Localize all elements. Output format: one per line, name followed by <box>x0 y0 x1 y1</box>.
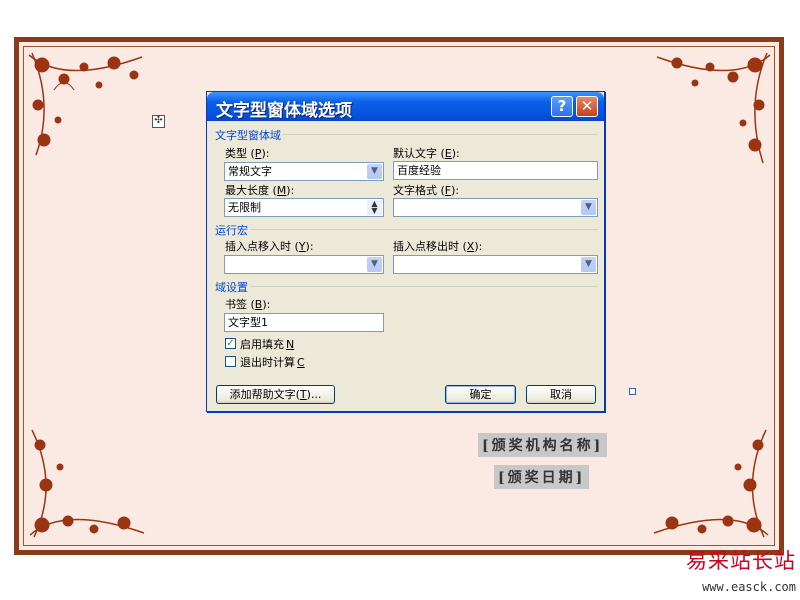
watermark-url: www.easck.com <box>702 580 796 594</box>
calc-on-exit-label[interactable]: 退出时计算 C <box>240 354 305 370</box>
chevron-down-icon[interactable]: ▼ <box>581 257 596 272</box>
chevron-down-icon[interactable]: ▼ <box>367 257 382 272</box>
on-entry-hotkey: Y <box>298 240 306 253</box>
on-exit-macro-dropdown[interactable]: ▼ <box>393 255 598 274</box>
type-hotkey: P <box>254 147 262 160</box>
bookmark-hotkey: B <box>254 298 263 311</box>
award-organization-placeholder[interactable]: [颁奖机构名称] <box>478 433 608 457</box>
table-move-handle-icon[interactable]: ✣ <box>152 115 165 128</box>
section-macro-label: 运行宏 <box>215 224 248 237</box>
floral-ornament-top-right <box>656 52 771 164</box>
award-date-placeholder[interactable]: [颁奖日期] <box>494 465 590 489</box>
bookmark-input[interactable]: 文字型1 <box>224 313 384 332</box>
fill-in-checkbox[interactable]: ✓ <box>225 338 236 349</box>
on-entry-macro-dropdown[interactable]: ▼ <box>224 255 384 274</box>
ok-button[interactable]: 确定 <box>445 385 516 404</box>
text-form-field-options-dialog: 文字型窗体域选项 ? ✕ 文字型窗体域 类型 (P): 常规文字 ▼ 默认文字 … <box>206 91 605 412</box>
type-label-text: 类型 <box>225 147 247 160</box>
text-format-label-text: 文字格式 <box>393 184 437 197</box>
default-text-label: 默认文字 (E): <box>393 147 460 160</box>
fill-in-hotkey: N <box>286 338 295 351</box>
bookmark-label: 书签 (B): <box>225 298 271 311</box>
fill-in-label-text: 启用填充 <box>240 338 284 351</box>
floral-ornament-top-left <box>28 52 143 156</box>
text-format-hotkey: F <box>444 184 452 197</box>
add-help-text-button[interactable]: 添加帮助文字(T)... <box>216 385 335 404</box>
cancel-button[interactable]: 取消 <box>526 385 596 404</box>
dialog-title: 文字型窗体域选项 <box>216 101 352 121</box>
section-divider <box>251 286 598 287</box>
max-length-label: 最大长度 (M): <box>225 184 295 197</box>
max-length-hotkey: M <box>276 184 287 197</box>
bookmark-label-text: 书签 <box>225 298 247 311</box>
bookmark-value: 文字型1 <box>228 316 268 329</box>
section-field-settings-label: 域设置 <box>215 281 248 294</box>
add-help-text-label: 添加帮助文字 <box>229 388 296 401</box>
dialog-titlebar[interactable]: 文字型窗体域选项 ? ✕ <box>207 92 604 121</box>
default-text-label-text: 默认文字 <box>393 147 437 160</box>
section-field-settings-heading: 域设置 <box>215 279 598 295</box>
chevron-down-icon[interactable]: ▼ <box>367 164 382 179</box>
help-icon[interactable]: ? <box>551 96 573 117</box>
on-exit-hotkey: X <box>466 240 475 253</box>
calc-on-exit-hotkey: C <box>297 356 305 369</box>
default-text-hotkey: E <box>444 147 452 160</box>
default-text-value: 百度经验 <box>397 164 441 177</box>
fill-in-label[interactable]: 启用填充 N <box>240 336 294 352</box>
section-text-field-label: 文字型窗体域 <box>215 129 281 142</box>
section-text-field-heading: 文字型窗体域 <box>215 127 598 143</box>
close-icon[interactable]: ✕ <box>576 96 598 117</box>
on-exit-label-text: 插入点移出时 <box>393 240 459 253</box>
site-watermark: 易采站长站 www.easck.com <box>683 545 800 600</box>
on-entry-label-text: 插入点移入时 <box>225 240 291 253</box>
calc-on-exit-label-text: 退出时计算 <box>240 356 295 369</box>
floral-ornament-bottom-right <box>653 429 769 538</box>
add-help-text-hotkey: T <box>299 388 307 401</box>
spinner-arrows-icon[interactable]: ▲ ▼ <box>367 200 382 215</box>
on-entry-label: 插入点移入时 (Y): <box>225 240 314 253</box>
section-divider <box>251 229 598 230</box>
calc-on-exit-checkbox[interactable] <box>225 356 236 367</box>
section-macro-heading: 运行宏 <box>215 222 598 238</box>
default-text-input[interactable]: 百度经验 <box>393 161 598 180</box>
max-length-value: 无限制 <box>228 201 261 214</box>
watermark-cn: 易采站长站 <box>686 549 796 573</box>
floral-ornament-bottom-left <box>29 429 145 538</box>
type-value: 常规文字 <box>228 165 272 178</box>
text-format-label: 文字格式 (F): <box>393 184 460 197</box>
max-length-label-text: 最大长度 <box>225 184 269 197</box>
type-label: 类型 (P): <box>225 147 270 160</box>
resize-handle-icon[interactable] <box>629 388 636 395</box>
max-length-spinner[interactable]: 无限制 ▲ ▼ <box>224 198 384 217</box>
text-format-dropdown[interactable]: ▼ <box>393 198 598 217</box>
on-exit-label: 插入点移出时 (X): <box>393 240 483 253</box>
type-dropdown[interactable]: 常规文字 ▼ <box>224 162 384 181</box>
section-divider <box>283 134 598 135</box>
chevron-down-icon[interactable]: ▼ <box>581 200 596 215</box>
